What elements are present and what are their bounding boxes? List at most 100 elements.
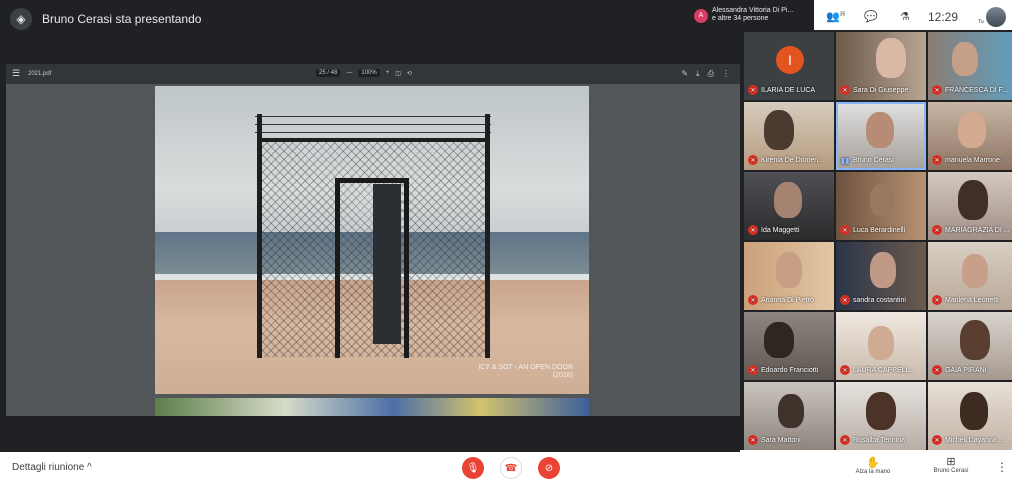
mic-off-icon: ✕ — [840, 225, 850, 235]
rotate-icon[interactable]: ⟲ — [407, 70, 412, 77]
pdf-actions: ✎ ⤓ ⎙ ⋮ — [681, 69, 730, 79]
participant-video — [876, 38, 906, 78]
participants-chip-text: Alessandra Vittoria Di Pi... e altre 34 … — [712, 7, 793, 23]
more-options-icon[interactable]: ⋮ — [996, 460, 1008, 474]
zoom-level[interactable]: 100% — [358, 69, 380, 77]
participant-video — [778, 394, 804, 428]
end-call-button[interactable]: ☎ — [500, 457, 522, 479]
participant-name: ILARIA DE LUCA — [761, 86, 816, 94]
slide-post — [257, 114, 262, 358]
slide-door — [373, 184, 401, 344]
mic-off-icon: ✕ — [748, 85, 758, 95]
pdf-viewer[interactable]: ICY & SOT - AN OPEN DOOR (2018) — [6, 84, 740, 416]
participant-tile[interactable]: ✕ Kirenia De Domen... — [744, 102, 834, 170]
edit-icon[interactable]: ✎ — [681, 69, 688, 79]
participant-video — [774, 182, 802, 218]
slide-image: ICY & SOT - AN OPEN DOOR (2018) — [155, 86, 589, 394]
mic-off-icon: ✕ — [932, 225, 942, 235]
people-button[interactable]: 👥35 — [826, 10, 845, 23]
pdf-menu-icon[interactable]: ☰ — [12, 69, 20, 78]
mic-off-icon: ✕ — [840, 365, 850, 375]
activities-icon[interactable]: ⚗ — [900, 10, 910, 23]
fit-page-icon[interactable]: ◫ — [395, 70, 401, 77]
presenting-icon: ◈ — [10, 8, 32, 30]
people-icon: 👥 — [826, 11, 840, 23]
bottom-bar: Dettagli riunione ^ 🎙 ☎ ⊘ ✋ Alza la mano… — [0, 452, 1012, 483]
meeting-details-button[interactable]: Dettagli riunione ^ — [12, 462, 92, 473]
zoom-in-button[interactable]: + — [386, 70, 390, 76]
camera-off-icon: ⊘ — [544, 462, 554, 474]
participants-chip-name: Alessandra Vittoria Di Pi... — [712, 7, 794, 14]
participant-video — [870, 184, 894, 216]
participant-name: Sara Mattoni — [761, 436, 801, 444]
pdf-page-indicator[interactable]: 25 / 48 — [316, 69, 341, 77]
chat-icon[interactable]: 💬 — [864, 10, 878, 23]
participant-grid: I ✕ ILARIA DE LUCA ✕ Sara Di Giuseppe ✕ FRA… — [740, 30, 1012, 450]
participant-name: sandra costantini — [853, 296, 906, 304]
participant-tile[interactable]: I ✕ ILARIA DE LUCA — [744, 32, 834, 100]
participant-label: ✕ Ida Maggetti — [748, 225, 800, 235]
slide-wire — [255, 124, 491, 125]
download-icon[interactable]: ⤓ — [696, 69, 700, 79]
people-count: 35 — [839, 11, 846, 18]
participant-tile[interactable]: ✕ LAURA CAPPELL... — [836, 312, 926, 380]
participant-tile[interactable]: ✕ Rosalba Tennina — [836, 382, 926, 450]
print-icon[interactable]: ⎙ — [708, 69, 714, 79]
participant-video — [764, 110, 794, 150]
phone-icon: ☎ — [504, 462, 518, 474]
participant-name: Rosalba Tennina — [853, 436, 906, 444]
slide-caption: ICY & SOT - AN OPEN DOOR (2018) — [478, 364, 573, 380]
mic-toggle-button[interactable]: 🎙 — [462, 457, 484, 479]
participant-video — [776, 252, 802, 288]
participant-tile[interactable]: ✕ Micheli Dayanna ... — [928, 382, 1012, 450]
participant-name: GAIA PIRANI — [945, 366, 987, 374]
pdf-toolbar: ☰ 2021.pdf 25 / 48 — 100% + ◫ ⟲ ✎ ⤓ ⎙ ⋮ — [6, 64, 740, 84]
presenting-button[interactable]: ⊞ Bruno Cerasi — [920, 455, 982, 474]
participant-tile[interactable]: ▮▮ Bruno Cerasi — [836, 102, 926, 170]
zoom-out-button[interactable]: — — [346, 70, 352, 76]
mic-off-icon: ✕ — [840, 85, 850, 95]
meeting-details-label: Dettagli riunione — [12, 462, 85, 473]
participant-tile[interactable]: ✕ FRANCESCA DI F... — [928, 32, 1012, 100]
avatar: A — [694, 9, 708, 23]
participant-tile[interactable]: ✕ manuela Marrone — [928, 102, 1012, 170]
camera-toggle-button[interactable]: ⊘ — [538, 457, 560, 479]
participant-name: FRANCESCA DI F... — [945, 86, 1009, 94]
participant-tile[interactable]: ✕ MARIAGRAZIA DI ... — [928, 172, 1012, 240]
participant-name: MARIAGRAZIA DI ... — [945, 226, 1010, 234]
participant-label: ✕ Marilena Leonetti — [932, 295, 999, 305]
raise-hand-button[interactable]: ✋ Alza la mano — [848, 456, 898, 475]
next-slide-preview — [155, 398, 589, 416]
slide-crossbar — [257, 138, 490, 142]
slide-caption-line1: ICY & SOT - AN OPEN DOOR — [478, 364, 573, 371]
slide-post — [485, 114, 490, 358]
mic-off-icon: ✕ — [932, 365, 942, 375]
participant-tile[interactable]: ✕ Arianna Di Pietro — [744, 242, 834, 310]
participant-tile[interactable]: ✕ Luca Berardinelli — [836, 172, 926, 240]
raise-hand-label: Alza la mano — [855, 469, 891, 475]
participant-tile[interactable]: ✕ Ida Maggetti — [744, 172, 834, 240]
slide-wire — [255, 116, 491, 117]
participant-label: ✕ FRANCESCA DI F... — [932, 85, 1008, 95]
participant-video — [866, 112, 894, 148]
participant-tile[interactable]: ✕ sandra costantini — [836, 242, 926, 310]
avatar[interactable] — [986, 7, 1006, 27]
participant-tile[interactable]: ✕ Sara Mattoni — [744, 382, 834, 450]
participant-name: LAURA CAPPELL... — [853, 366, 916, 374]
mic-off-icon: ✕ — [932, 295, 942, 305]
top-toolbar: 👥35 💬 ⚗ 12:29 — [814, 0, 1012, 32]
more-icon[interactable]: ⋮ — [722, 69, 730, 79]
participant-name: Marilena Leonetti — [945, 296, 999, 304]
participant-video — [764, 322, 794, 358]
present-icon: ⊞ — [946, 456, 956, 468]
participant-name: Ida Maggetti — [761, 226, 800, 234]
participant-tile[interactable]: ✕ Marilena Leonetti — [928, 242, 1012, 310]
presenter-title: Bruno Cerasi sta presentando — [42, 12, 202, 26]
participant-name: Edoardo Franciotti — [761, 366, 819, 374]
participants-chip[interactable]: A Alessandra Vittoria Di Pi... e altre 3… — [690, 6, 810, 28]
hand-icon: ✋ — [866, 457, 880, 469]
participant-name: Sara Di Giuseppe — [853, 86, 909, 94]
participant-tile[interactable]: ✕ Edoardo Franciotti — [744, 312, 834, 380]
participant-tile[interactable]: ✕ GAIA PIRANI — [928, 312, 1012, 380]
participant-tile[interactable]: ✕ Sara Di Giuseppe — [836, 32, 926, 100]
